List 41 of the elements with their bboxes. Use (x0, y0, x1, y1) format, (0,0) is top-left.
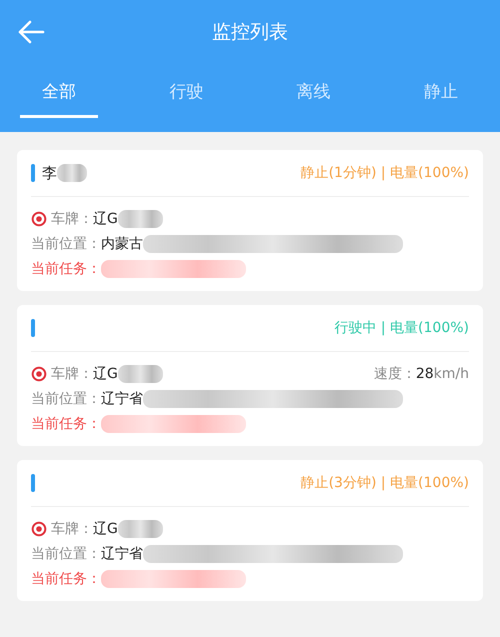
accent-bar (31, 164, 35, 182)
target-icon (31, 210, 47, 226)
status-text: 静止(3分钟) | 电量(100%) (300, 474, 469, 492)
location-label: 当前位置： (31, 390, 101, 408)
speed-unit: km/h (434, 366, 469, 382)
plate-value: 辽G (93, 210, 118, 228)
plate-value: 辽G (93, 364, 118, 382)
location-value: 内蒙古 (101, 234, 143, 252)
status-text: 静止(1分钟) | 电量(100%) (300, 164, 469, 182)
task-label: 当前任务： (31, 260, 101, 278)
tab[interactable]: 离线 (274, 64, 353, 118)
target-icon (31, 520, 47, 536)
vehicle-card[interactable]: 静止(3分钟) | 电量(100%) 车牌：辽G 当前位置：辽宁省 当前任务： (17, 460, 483, 601)
task-label: 当前任务： (31, 570, 101, 588)
redaction-block (118, 210, 163, 228)
target-icon (31, 366, 47, 382)
back-arrow-icon[interactable] (17, 20, 45, 44)
status-text: 行驶中 | 电量(100%) (334, 319, 469, 337)
speed-label: 速度： (374, 364, 416, 382)
location-label: 当前位置： (31, 544, 101, 562)
tab[interactable]: 静止 (402, 64, 480, 118)
page-title: 监控列表 (212, 20, 288, 45)
plate-label: 车牌： (51, 520, 93, 538)
vehicle-card[interactable]: 李 静止(1分钟) | 电量(100%) 车牌：辽G 当前位置：内蒙古 当前任务： (17, 150, 483, 291)
tab[interactable]: 全部 (20, 64, 98, 118)
location-label: 当前位置： (31, 234, 101, 252)
redaction-block (118, 364, 163, 382)
vehicle-card[interactable]: 行驶中 | 电量(100%) 车牌：辽G 速度：28km/h 当前位置：辽宁省 当前任务： (17, 305, 483, 446)
accent-bar (31, 319, 35, 337)
redaction-block (118, 520, 163, 538)
driver-name: 李 (42, 164, 57, 182)
task-label: 当前任务： (31, 414, 101, 432)
accent-bar (31, 474, 35, 492)
speed-value: 28 (416, 366, 434, 382)
redaction-block (57, 164, 87, 182)
location-value: 辽宁省 (101, 390, 143, 408)
tab[interactable]: 行驶 (147, 64, 226, 118)
plate-label: 车牌： (51, 364, 93, 382)
location-value: 辽宁省 (101, 544, 143, 562)
plate-label: 车牌： (51, 210, 93, 228)
plate-value: 辽G (93, 520, 118, 538)
